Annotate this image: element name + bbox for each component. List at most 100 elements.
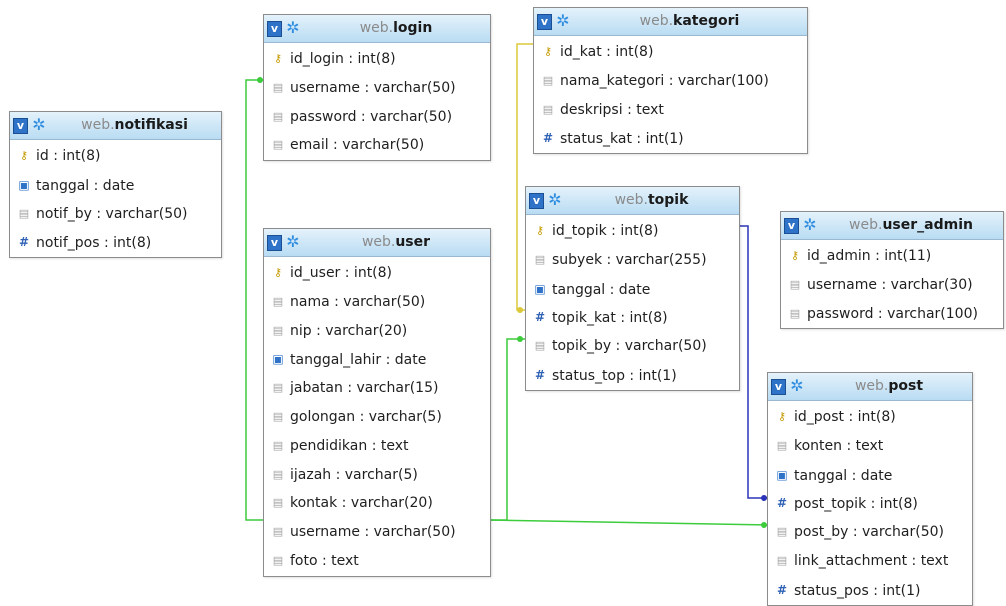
table-column-row[interactable]: ▤ konten : text [768,432,972,461]
table-header[interactable]: v ✲ web.login [264,15,490,43]
table-column-row[interactable]: ▤ kontak : varchar(20) [264,489,490,518]
column-label: ijazah : varchar(5) [290,466,418,483]
gear-icon[interactable]: ✲ [547,191,563,209]
column-label: id_login : int(8) [290,51,396,67]
number-icon: # [542,131,554,146]
column-list: ⚷ id_admin : int(11) ▤ username : varchar(3… [781,240,1003,328]
table-column-row[interactable]: ▤ password : varchar(100) [781,300,1003,329]
table-column-row[interactable]: ▣ tanggal_lahir : date [264,345,490,374]
gear-icon[interactable]: ✲ [555,12,571,30]
table-column-row[interactable]: ▤ deskripsi : text [534,96,807,125]
table-kategori[interactable]: v ✲ web.kategori ⚷ id_kat : int(8) ▤ nama_k… [533,7,808,155]
table-column-row[interactable]: ▤ nama_kategori : varchar(100) [534,67,807,96]
table-column-row[interactable]: ⚷ id_kat : int(8) [534,38,807,67]
table-column-row[interactable]: ▣ tanggal : date [526,275,739,304]
table-column-row[interactable]: ⚷ id_topik : int(8) [526,217,739,246]
text-icon: ▤ [789,306,801,320]
text-icon: ▤ [542,102,554,116]
table-user[interactable]: v ✲ web.user ⚷ id_user : int(8) ▤ nama : va… [263,228,491,577]
table-notifikasi[interactable]: v ✲ web.notifikasi ⚷ id : int(8) ▣ tanggal … [9,111,222,259]
text-icon: ▤ [272,409,284,423]
column-label: golongan : varchar(5) [290,408,442,425]
text-icon: ▤ [272,381,284,395]
table-column-row[interactable]: ▣ tanggal : date [10,171,221,200]
date-icon: ▣ [272,352,284,367]
table-column-row[interactable]: ▤ username : varchar(50) [264,518,490,547]
table-column-row[interactable]: ▤ foto : text [264,547,490,576]
table-column-row[interactable]: ▤ ijazah : varchar(5) [264,461,490,490]
table-post[interactable]: v ✲ web.post ⚷ id_post : int(8) ▤ konten : … [767,372,973,606]
table-column-row[interactable]: ▤ nip : varchar(20) [264,317,490,346]
table-column-row[interactable]: ▤ password : varchar(50) [264,103,490,132]
table-column-row[interactable]: ▤ notif_by : varchar(50) [10,200,221,229]
primary-key-icon: ⚷ [273,52,283,65]
text-icon: ▤ [272,138,284,152]
column-label: kontak : varchar(20) [290,495,433,512]
table-login[interactable]: v ✲ web.login ⚷ id_login : int(8) ▤ usernam… [263,14,491,162]
primary-key-icon: ⚷ [19,149,29,162]
toggle-columns-icon[interactable]: v [267,235,282,251]
text-icon: ▤ [534,339,546,353]
column-label: subyek : varchar(255) [552,251,707,268]
table-header[interactable]: v ✲ web.notifikasi [10,112,221,140]
table-column-row[interactable]: ▤ username : varchar(30) [781,271,1003,300]
table-header[interactable]: v ✲ web.user_admin [781,212,1003,240]
table-title: web.user_admin [849,217,973,233]
primary-key-icon: ⚷ [790,249,800,262]
relation-user-topik-end [517,336,523,342]
column-list: ⚷ id_user : int(8) ▤ nama : varchar(50) ▤ nip… [264,257,490,576]
toggle-columns-icon[interactable]: v [529,193,544,209]
table-column-row[interactable]: ▤ username : varchar(50) [264,74,490,103]
column-label: notif_pos : int(8) [36,235,152,252]
table-column-row[interactable]: # post_topik : int(8) [768,489,972,518]
table-column-row[interactable]: ▤ email : varchar(50) [264,131,490,160]
toggle-columns-icon[interactable]: v [784,218,799,234]
table-column-row[interactable]: # notif_pos : int(8) [10,228,221,257]
gear-icon[interactable]: ✲ [31,116,47,134]
table-column-row[interactable]: # status_top : int(1) [526,361,739,390]
table-column-row[interactable]: ▤ link_attachment : text [768,547,972,576]
column-list: ⚷ id_kat : int(8) ▤ nama_kategori : varchar… [534,36,807,153]
column-list: ⚷ id : int(8) ▣ tanggal : date ▤ notif_by : v… [10,140,221,257]
text-icon: ▤ [542,73,554,87]
table-column-row[interactable]: # status_kat : int(1) [534,124,807,153]
table-column-row[interactable]: ▤ post_by : varchar(50) [768,518,972,547]
toggle-columns-icon[interactable]: v [13,118,28,134]
toggle-columns-icon[interactable]: v [537,14,552,30]
table-column-row[interactable]: # status_pos : int(1) [768,576,972,605]
table-topik[interactable]: v ✲ web.topik ⚷ id_topik : int(8) ▤ subyek … [525,186,740,391]
table-header[interactable]: v ✲ web.user [264,229,490,257]
table-user-admin[interactable]: v ✲ web.user_admin ⚷ id_admin : int(11) ▤ u… [780,211,1004,330]
table-title: web.kategori [639,13,740,29]
table-column-row[interactable]: ⚷ id_post : int(8) [768,403,972,432]
column-label: id_post : int(8) [794,409,896,425]
table-column-row[interactable]: ▤ pendidikan : text [264,432,490,461]
table-column-row[interactable]: ⚷ id_login : int(8) [264,45,490,74]
table-header[interactable]: v ✲ web.topik [526,187,739,215]
toggle-columns-icon[interactable]: v [267,21,282,37]
primary-key-icon: ⚷ [777,410,787,423]
gear-icon[interactable]: ✲ [285,233,301,251]
gear-icon[interactable]: ✲ [789,377,805,395]
table-column-row[interactable]: ⚷ id_user : int(8) [264,259,490,288]
table-column-row[interactable]: # topik_kat : int(8) [526,303,739,332]
table-column-row[interactable]: ▤ jabatan : varchar(15) [264,374,490,403]
table-header[interactable]: v ✲ web.post [768,373,972,401]
table-column-row[interactable]: ▤ golongan : varchar(5) [264,403,490,432]
table-column-row[interactable]: ⚷ id_admin : int(11) [781,242,1003,271]
number-icon: # [776,582,788,597]
table-column-row[interactable]: ▤ topik_by : varchar(50) [526,332,739,361]
table-title: web.post [854,378,924,394]
table-column-row[interactable]: ▤ subyek : varchar(255) [526,246,739,275]
text-icon: ▤ [18,206,30,220]
text-icon: ▤ [272,323,284,337]
date-icon: ▣ [776,467,788,482]
table-column-row[interactable]: ⚷ id : int(8) [10,142,221,171]
table-header[interactable]: v ✲ web.kategori [534,8,807,36]
column-label: id_kat : int(8) [560,44,654,60]
gear-icon[interactable]: ✲ [802,216,818,234]
table-column-row[interactable]: ▤ nama : varchar(50) [264,288,490,317]
gear-icon[interactable]: ✲ [285,19,301,37]
toggle-columns-icon[interactable]: v [771,379,786,395]
table-column-row[interactable]: ▣ tanggal : date [768,461,972,490]
